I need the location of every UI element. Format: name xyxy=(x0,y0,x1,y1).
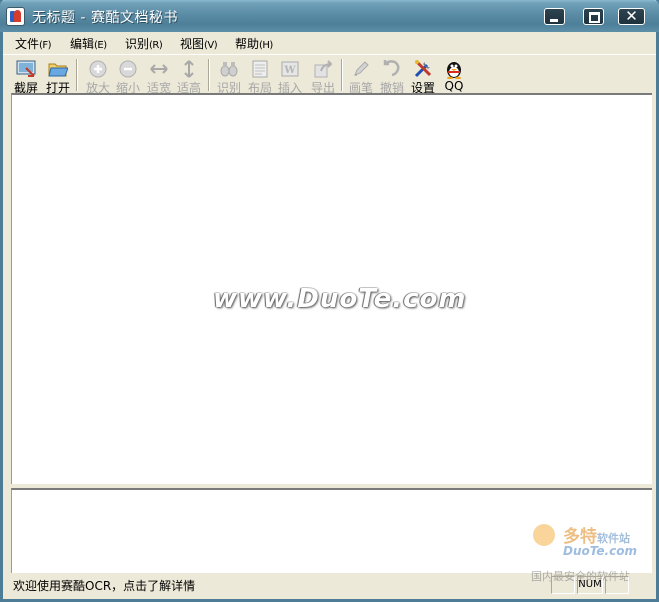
toolbar: 截屏 打开 放大 缩小 适宽 适高 识别 布局 W 插入 导出 画笔 撤销 设置… xyxy=(3,54,656,95)
export-button[interactable]: 导出 xyxy=(308,57,338,95)
settings-button[interactable]: 设置 xyxy=(408,57,438,95)
maximize-button[interactable] xyxy=(583,8,604,25)
layout-icon xyxy=(252,60,268,78)
status-panel-blank xyxy=(605,576,629,594)
status-panel-blank xyxy=(551,576,575,594)
recognize-button[interactable]: 识别 xyxy=(214,57,244,95)
folder-open-icon xyxy=(48,63,68,77)
fit-width-icon xyxy=(150,64,168,74)
app-icon[interactable] xyxy=(7,8,24,25)
screenshot-button[interactable]: 截屏 xyxy=(11,57,41,95)
zoom-in-icon xyxy=(89,60,107,78)
maximize-icon xyxy=(589,12,600,23)
status-message-link[interactable]: 欢迎使用赛酷OCR，点击了解详情 xyxy=(13,577,195,594)
zoom-out-icon xyxy=(119,60,137,78)
fit-height-icon xyxy=(184,60,194,78)
menu-bar: 文件(F) 编辑(E) 识别(R) 视图(V) 帮助(H) xyxy=(3,32,656,54)
undo-button[interactable]: 撤销 xyxy=(377,57,407,95)
open-button[interactable]: 打开 xyxy=(43,57,73,95)
tools-icon xyxy=(414,60,432,78)
title-bar[interactable]: 无标题 - 赛酷文档秘书 ✕ xyxy=(0,0,659,32)
menu-help[interactable]: 帮助(H) xyxy=(235,35,273,52)
toolbar-separator xyxy=(76,59,78,91)
close-icon: ✕ xyxy=(625,7,638,25)
logo-mascot-icon xyxy=(533,524,555,546)
minimize-icon xyxy=(550,19,558,22)
export-icon xyxy=(314,60,333,78)
recognize-icon xyxy=(220,62,238,77)
minimize-button[interactable] xyxy=(544,8,565,25)
status-bar: 欢迎使用赛酷OCR，点击了解详情 NUM xyxy=(3,574,656,599)
status-num: NUM xyxy=(577,576,603,594)
pen-button[interactable]: 画笔 xyxy=(346,57,376,95)
screenshot-icon xyxy=(16,60,36,77)
window-title: 无标题 - 赛酷文档秘书 xyxy=(32,10,178,26)
undo-icon xyxy=(383,60,400,77)
menu-file[interactable]: 文件(F) xyxy=(15,35,52,52)
insert-word-icon: W xyxy=(281,61,299,77)
qq-button[interactable]: QQ xyxy=(439,57,469,93)
svg-text:W: W xyxy=(283,65,296,76)
zoom-out-button[interactable]: 缩小 xyxy=(113,57,143,95)
fit-height-button[interactable]: 适高 xyxy=(174,57,204,95)
corner-logo-watermark: 多特软件站 DuoTe.com 国内最安全的软件站 xyxy=(529,520,654,583)
menu-recognize[interactable]: 识别(R) xyxy=(125,35,163,52)
qq-penguin-icon xyxy=(447,62,461,79)
app-window: 无标题 - 赛酷文档秘书 ✕ 文件(F) 编辑(E) 识别(R) 视图(V) 帮… xyxy=(0,0,659,602)
menu-view[interactable]: 视图(V) xyxy=(180,35,218,52)
site-watermark: www.DuoTe.com xyxy=(213,284,467,314)
close-button[interactable]: ✕ xyxy=(618,8,645,25)
menu-edit[interactable]: 编辑(E) xyxy=(70,35,107,52)
insert-button[interactable]: W 插入 xyxy=(275,57,305,95)
pen-icon xyxy=(354,61,369,76)
